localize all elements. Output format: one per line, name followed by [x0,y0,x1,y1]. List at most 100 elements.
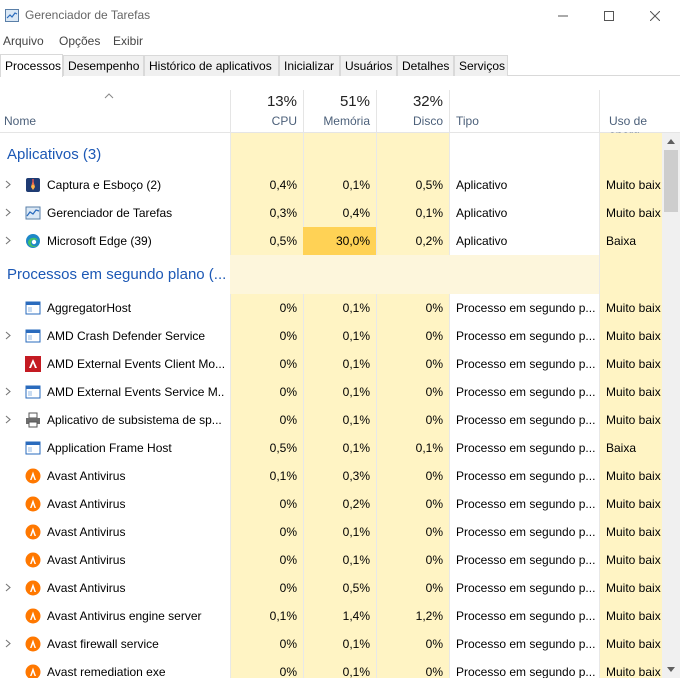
avast-icon [25,468,41,484]
process-row[interactable]: Aplicativo de subsistema de sp... 0% 0,1% 0… [0,406,662,434]
disk-value: 0,1% [415,206,443,220]
disk-value: 0% [425,413,443,427]
tab-historico[interactable]: Histórico de aplicativos [144,55,279,76]
chevron-right-icon[interactable] [5,236,13,246]
column-type[interactable]: Tipo [456,114,479,128]
printer-icon [25,412,41,428]
cpu-value: 0% [279,525,297,539]
column-name[interactable]: Nome [4,114,36,128]
chevron-right-icon[interactable] [5,180,13,190]
maximize-icon [604,10,614,21]
disk-value: 0% [425,637,443,651]
column-cpu[interactable]: CPU [230,114,297,128]
tab-processos[interactable]: Processos [0,54,63,77]
cpu-value: 0,1% [269,609,297,623]
group-title: Aplicativos (3) [7,146,102,163]
process-name: Microsoft Edge (39) [47,234,152,248]
process-name: Avast Antivirus [47,525,126,539]
process-row[interactable]: Microsoft Edge (39) 0,5% 30,0% 0,2% Aplicati… [0,227,662,255]
memory-total[interactable]: 51% [303,93,370,110]
chevron-right-icon[interactable] [5,639,13,649]
type-value: Processo em segundo p... [456,497,596,511]
process-name: Avast Antivirus [47,469,126,483]
process-row[interactable]: Application Frame Host 0,5% 0,1% 0,1% Proces… [0,434,662,462]
scroll-down-icon[interactable] [662,661,680,678]
energy-value: Muito baix [606,413,661,427]
group-band-bg [230,255,599,294]
memory-value: 0,1% [342,413,370,427]
maximize-button[interactable] [586,0,632,31]
scrollbar-thumb[interactable] [664,150,678,212]
tab-desempenho[interactable]: Desempenho [63,55,144,76]
menu-opcoes[interactable]: Opções [59,34,100,48]
disk-value: 0% [425,553,443,567]
disk-total[interactable]: 32% [376,93,443,110]
disk-value: 0,1% [415,441,443,455]
memory-value: 0,3% [342,469,370,483]
chevron-right-icon[interactable] [5,583,13,593]
process-row[interactable]: Avast Antivirus 0% 0,1% 0% Processo em segun… [0,518,662,546]
tab-servicos[interactable]: Serviços [454,55,508,76]
title-bar: Gerenciador de Tarefas [0,0,680,31]
energy-value: Baixa [606,234,637,248]
energy-value: Muito baix [606,206,661,220]
chevron-right-icon[interactable] [5,415,13,425]
disk-value: 0% [425,497,443,511]
process-row[interactable]: Gerenciador de Tarefas 0,3% 0,4% 0,1% Aplica… [0,199,662,227]
vertical-scrollbar[interactable] [662,133,680,678]
column-disk[interactable]: Disco [376,114,443,128]
process-row[interactable]: AMD External Events Client Mo... 0% 0,1% 0%… [0,350,662,378]
task-manager-icon [25,205,41,221]
group-header[interactable]: Aplicativos (3) [0,133,662,171]
process-name: Captura e Esboço (2) [47,178,162,192]
menu-arquivo[interactable]: Arquivo [3,34,44,48]
tab-detalhes[interactable]: Detalhes [397,55,454,76]
tab-inicializar[interactable]: Inicializar [279,55,340,76]
task-manager-app-icon [5,9,19,22]
chevron-right-icon[interactable] [5,208,13,218]
process-row[interactable]: AggregatorHost 0% 0,1% 0% Processo em segund… [0,294,662,322]
type-value: Processo em segundo p... [456,441,596,455]
type-value: Processo em segundo p... [456,301,596,315]
process-name: AMD Crash Defender Service [47,329,206,343]
energy-value: Muito baix [606,609,661,623]
process-row[interactable]: Avast Antivirus 0% 0,2% 0% Processo em segun… [0,490,662,518]
amd-icon [25,356,41,372]
avast-icon [25,664,41,678]
chevron-right-icon[interactable] [5,331,13,341]
process-name: AMD External Events Client Mo... [47,357,225,371]
group-header[interactable]: Processos em segundo plano (... [0,255,662,294]
chevron-right-icon[interactable] [5,387,13,397]
process-row[interactable]: Avast Antivirus engine server 0,1% 1,4% 1,2… [0,602,662,630]
tab-usuarios[interactable]: Usuários [340,55,397,76]
process-row[interactable]: Captura e Esboço (2) 0,4% 0,1% 0,5% Aplicati… [0,171,662,199]
cpu-value: 0% [279,329,297,343]
cpu-total[interactable]: 13% [230,93,297,110]
process-row[interactable]: AMD External Events Service M... 0% 0,1% 0%… [0,378,662,406]
process-row[interactable]: Avast firewall service 0% 0,1% 0% Processo e… [0,630,662,658]
type-value: Processo em segundo p... [456,385,596,399]
group-title: Processos em segundo plano (... [7,266,227,283]
energy-value: Muito baix [606,553,661,567]
type-value: Aplicativo [456,206,508,220]
process-row[interactable]: Avast Antivirus 0% 0,5% 0% Processo em segun… [0,574,662,602]
type-value: Processo em segundo p... [456,329,596,343]
close-button[interactable] [632,0,678,31]
cpu-value: 0% [279,497,297,511]
avast-icon [25,552,41,568]
memory-value: 0,1% [342,357,370,371]
scroll-up-icon[interactable] [662,133,680,150]
process-row[interactable]: Avast Antivirus 0% 0,1% 0% Processo em segun… [0,546,662,574]
process-name: AMD External Events Service M... [47,385,225,399]
memory-value: 0,1% [342,637,370,651]
type-value: Processo em segundo p... [456,609,596,623]
process-row[interactable]: AMD Crash Defender Service 0% 0,1% 0% Proces… [0,322,662,350]
process-row[interactable]: Avast Antivirus 0,1% 0,3% 0% Processo em seg… [0,462,662,490]
menu-exibir[interactable]: Exibir [113,34,143,48]
column-memory[interactable]: Memória [303,114,370,128]
type-value: Processo em segundo p... [456,525,596,539]
disk-value: 0% [425,385,443,399]
minimize-button[interactable] [540,0,586,31]
process-row[interactable]: Avast remediation exe 0% 0,1% 0% Processo em… [0,658,662,678]
cpu-value: 0% [279,553,297,567]
